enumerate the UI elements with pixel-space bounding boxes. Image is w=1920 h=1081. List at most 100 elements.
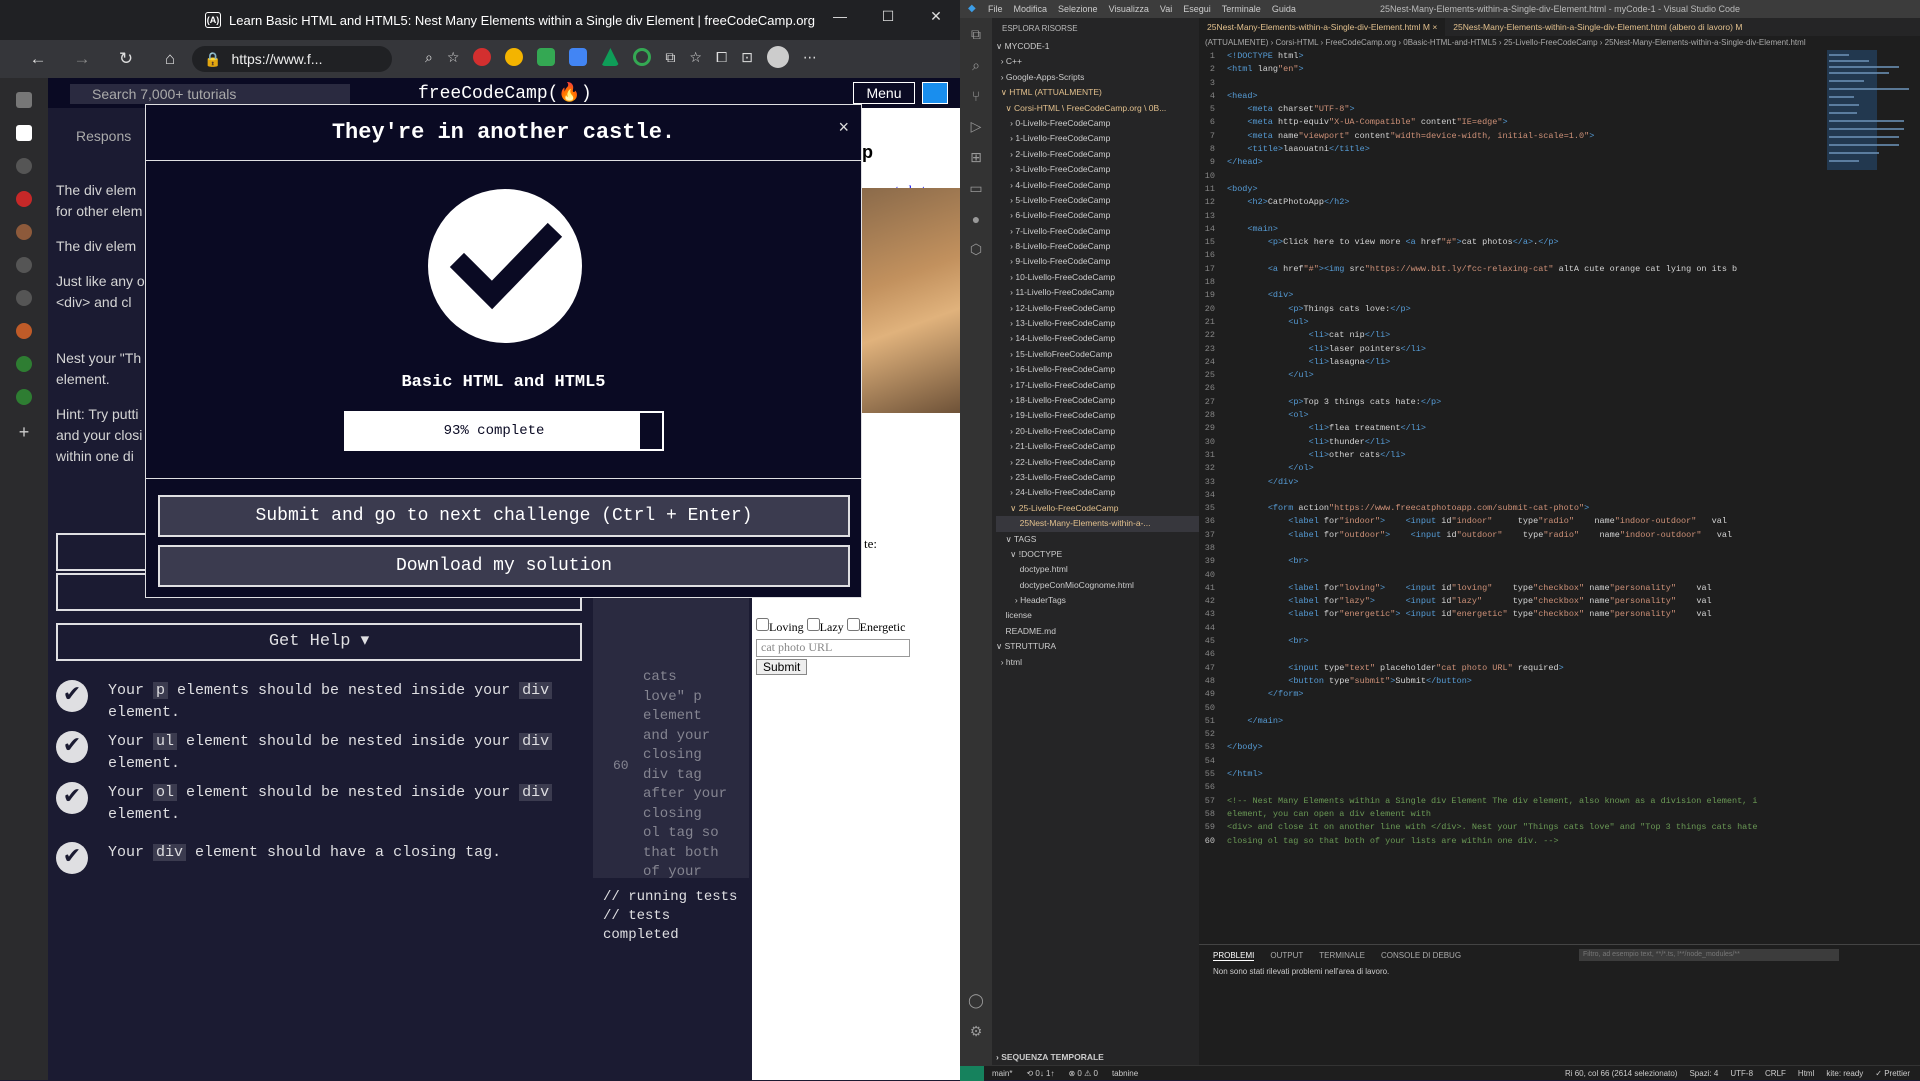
code-line[interactable]: 6 <meta http-equiv"X-UA-Compatible" cont… — [1199, 116, 1819, 129]
explorer-item[interactable]: › 12-Livello-FreeCodeCamp — [996, 301, 1199, 316]
code-area[interactable]: 1 <!DOCTYPE html> 2 <html lang"en"> 3 4 <head>… — [1199, 50, 1819, 950]
code-line[interactable]: 56 — [1199, 781, 1819, 794]
fcc-menu-button[interactable]: Menu — [853, 82, 915, 104]
menu-item[interactable]: Modifica — [1014, 4, 1048, 14]
explorer-item[interactable]: › 5-Livello-FreeCodeCamp — [996, 193, 1199, 208]
github-icon[interactable]: ● — [972, 211, 980, 227]
code-line[interactable]: 16 — [1199, 249, 1819, 262]
code-line[interactable]: 20 <p>Things cats love:</p> — [1199, 303, 1819, 316]
tab-github[interactable] — [16, 158, 32, 174]
minimize-button[interactable]: — — [816, 0, 864, 32]
responsive-link[interactable]: Respons — [76, 126, 131, 147]
menu-item[interactable]: Vai — [1160, 4, 1172, 14]
code-line[interactable]: 57 <!-- Nest Many Elements within a Singl… — [1199, 795, 1819, 808]
loving-checkbox[interactable] — [756, 618, 769, 631]
explorer-item[interactable]: › 24-Livello-FreeCodeCamp — [996, 485, 1199, 500]
more-menu-icon[interactable]: ⋯ — [803, 49, 817, 66]
explorer-item[interactable]: › 14-Livello-FreeCodeCamp — [996, 331, 1199, 346]
code-line[interactable]: 47 <input type"text" placeholder"cat pho… — [1199, 662, 1819, 675]
code-line[interactable]: 24 <li>lasagna</li> — [1199, 356, 1819, 369]
favorites-icon[interactable]: ☆ — [689, 49, 702, 66]
code-line[interactable]: 39 <br> — [1199, 555, 1819, 568]
explorer-item[interactable]: ∨ HTML (ATTUALMENTE) — [996, 85, 1199, 100]
explorer-item[interactable]: › C++ — [996, 54, 1199, 69]
status-item[interactable]: Ri 60, col 66 (2614 selezionato) — [1565, 1069, 1678, 1078]
code-line[interactable]: 33 </div> — [1199, 476, 1819, 489]
photo-url-input[interactable]: cat photo URL — [756, 639, 910, 657]
panel-tab-debug-console[interactable]: CONSOLE DI DEBUG — [1381, 951, 1461, 961]
extension-green-icon[interactable] — [537, 48, 556, 66]
explorer-item[interactable]: › 19-Livello-FreeCodeCamp — [996, 408, 1199, 423]
tab-site-orange[interactable] — [16, 224, 32, 240]
code-line[interactable]: 51 </main> — [1199, 715, 1819, 728]
code-line[interactable]: 40 — [1199, 569, 1819, 582]
new-tab-icon[interactable]: + — [19, 422, 30, 443]
tab-site-orange-2[interactable] — [16, 323, 32, 339]
screenshot-icon[interactable]: ⊡ — [741, 49, 753, 66]
panel-filter-input[interactable]: Filtro, ad esempio text, **/*.ts, !**/no… — [1579, 949, 1839, 961]
profile-avatar[interactable] — [766, 46, 789, 68]
code-line[interactable]: 7 <meta name"viewport" content"width=dev… — [1199, 130, 1819, 143]
remote-indicator-icon[interactable] — [960, 1065, 984, 1081]
tab-actions-icon[interactable] — [16, 92, 32, 108]
code-line[interactable]: 8 <title>laaouatni</title> — [1199, 143, 1819, 156]
energetic-checkbox[interactable] — [846, 618, 860, 631]
extensions-icon[interactable]: ⊞ — [970, 149, 982, 166]
explorer-item[interactable]: › 22-Livello-FreeCodeCamp — [996, 455, 1199, 470]
code-line[interactable]: 35 <form action"https://www.freecatphoto… — [1199, 502, 1819, 515]
code-line[interactable]: 30 <li>thunder</li> — [1199, 436, 1819, 449]
code-line[interactable]: 29 <li>flea treatment</li> — [1199, 422, 1819, 435]
editor-tab-working-tree[interactable]: 25Nest-Many-Elements-within-a-Single-div… — [1445, 18, 1750, 36]
menu-item[interactable]: Selezione — [1058, 4, 1098, 14]
code-line[interactable]: 49 </form> — [1199, 688, 1819, 701]
explorer-item[interactable]: › 11-Livello-FreeCodeCamp — [996, 285, 1199, 300]
code-line[interactable]: 31 <li>other cats</li> — [1199, 449, 1819, 462]
extension-red-icon[interactable] — [473, 48, 492, 66]
modal-close-button[interactable]: × — [838, 117, 849, 138]
code-line[interactable]: 58 element, you can open a div element wi… — [1199, 808, 1819, 821]
extension-chrome-icon[interactable] — [505, 48, 524, 66]
explorer-item[interactable]: license — [996, 608, 1199, 623]
code-line[interactable]: 22 <li>cat nip</li> — [1199, 329, 1819, 342]
explorer-item[interactable]: ∨ 25-Livello-FreeCodeCamp — [996, 501, 1199, 516]
code-line[interactable]: 59 <div> and close it on another line wit… — [1199, 821, 1819, 834]
cat-photo[interactable] — [860, 188, 960, 413]
explorer-item[interactable]: › 9-Livello-FreeCodeCamp — [996, 254, 1199, 269]
explorer-item[interactable]: › 10-Livello-FreeCodeCamp — [996, 270, 1199, 285]
explorer-item[interactable]: ∨ STRUTTURA — [996, 639, 1199, 654]
explorer-item[interactable]: › html — [996, 655, 1199, 670]
code-line[interactable]: 13 — [1199, 210, 1819, 223]
explorer-item[interactable]: › 17-Livello-FreeCodeCamp — [996, 378, 1199, 393]
code-line[interactable]: 5 <meta charset"UTF-8"> — [1199, 103, 1819, 116]
code-line[interactable]: 38 — [1199, 542, 1819, 555]
favorite-add-icon[interactable]: ☆ — [447, 49, 460, 66]
explorer-item[interactable]: ∨ Corsi-HTML \ FreeCodeCamp.org \ 0B... — [996, 101, 1199, 116]
back-icon[interactable]: ← — [16, 49, 60, 69]
explorer-item[interactable]: › Google-Apps-Scripts — [996, 70, 1199, 85]
code-line[interactable]: 43 <label for"energetic"> <input id"ener… — [1199, 608, 1819, 621]
settings-gear-icon[interactable]: ⚙ — [970, 1023, 983, 1040]
explorer-icon[interactable]: ⧉ — [971, 26, 981, 43]
submit-next-challenge-button[interactable]: Submit and go to next challenge (Ctrl + … — [158, 495, 850, 537]
code-line[interactable]: 34 — [1199, 489, 1819, 502]
panel-tab-terminal[interactable]: TERMINALE — [1319, 951, 1365, 961]
code-line[interactable]: 3 — [1199, 77, 1819, 90]
status-item[interactable]: UTF-8 — [1730, 1069, 1753, 1078]
lazy-checkbox[interactable] — [806, 618, 820, 631]
code-line[interactable]: 23 <li>laser pointers</li> — [1199, 343, 1819, 356]
code-line[interactable]: 44 — [1199, 622, 1819, 635]
forward-icon[interactable]: → — [60, 49, 104, 69]
code-line[interactable]: 4 <head> — [1199, 90, 1819, 103]
explorer-item[interactable]: › 13-Livello-FreeCodeCamp — [996, 316, 1199, 331]
tab-site-green-2[interactable] — [16, 389, 32, 405]
code-line[interactable]: 1 <!DOCTYPE html> — [1199, 50, 1819, 63]
status-item[interactable]: main* — [992, 1069, 1012, 1078]
explorer-item[interactable]: › 4-Livello-FreeCodeCamp — [996, 178, 1199, 193]
code-line[interactable]: 46 — [1199, 648, 1819, 661]
menu-item[interactable]: Guida — [1272, 4, 1296, 14]
explorer-item[interactable]: › 15-LivelloFreeCodeCamp — [996, 347, 1199, 362]
home-icon[interactable]: ⌂ — [148, 49, 192, 69]
code-line[interactable]: 18 — [1199, 276, 1819, 289]
download-solution-button[interactable]: Download my solution — [158, 545, 850, 587]
status-item[interactable]: ✓ Prettier — [1875, 1069, 1910, 1078]
